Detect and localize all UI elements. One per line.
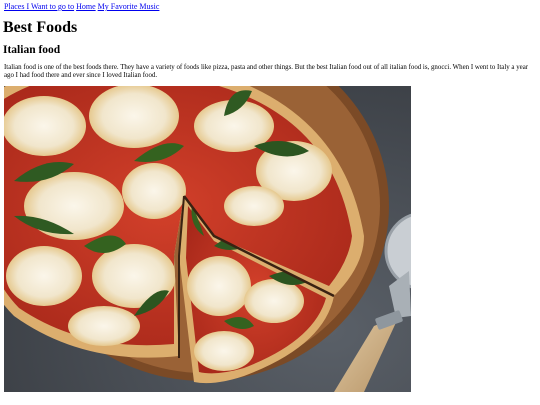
section-paragraph: Italian food is one of the best foods th…: [4, 64, 529, 79]
nav-links: Places I Want to go to Home My Favorite …: [4, 2, 159, 12]
section-heading: Italian food: [3, 44, 61, 56]
pizza-photo: [4, 86, 411, 392]
page: Places I Want to go to Home My Favorite …: [0, 0, 540, 405]
page-title: Best Foods: [3, 19, 78, 36]
nav-link-music[interactable]: My Favorite Music: [98, 2, 160, 11]
nav-link-places[interactable]: Places I Want to go to: [4, 2, 74, 11]
nav-link-home[interactable]: Home: [76, 2, 96, 11]
next-section-heading-cutoff: [4, 401, 84, 405]
